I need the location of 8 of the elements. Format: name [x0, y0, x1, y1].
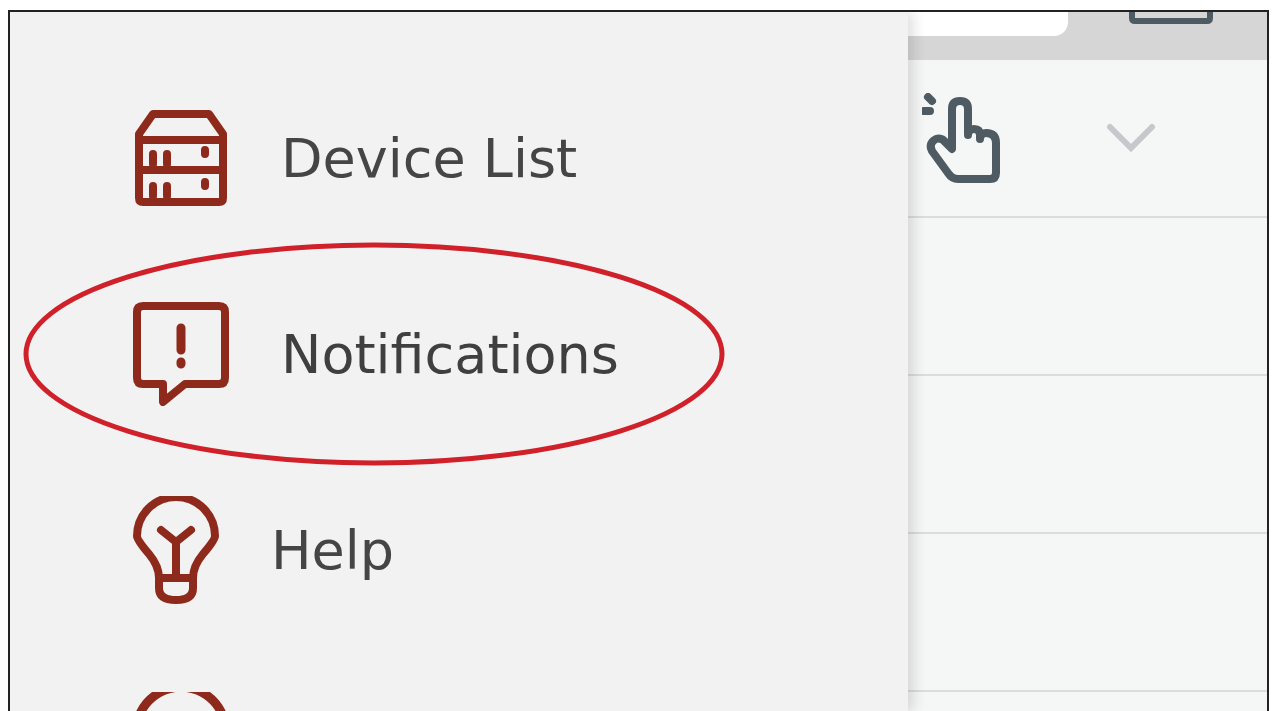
menu-item-label[interactable]: Device List: [281, 126, 578, 190]
server-icon[interactable]: [133, 110, 229, 206]
device-icon[interactable]: [1129, 12, 1213, 24]
menu-item-label[interactable]: Notifications: [281, 322, 619, 386]
menu-item-label[interactable]: Help: [271, 518, 395, 582]
lightbulb-icon[interactable]: [133, 496, 219, 604]
search-field[interactable]: [908, 12, 1068, 36]
alert-bubble-icon[interactable]: [133, 302, 229, 406]
